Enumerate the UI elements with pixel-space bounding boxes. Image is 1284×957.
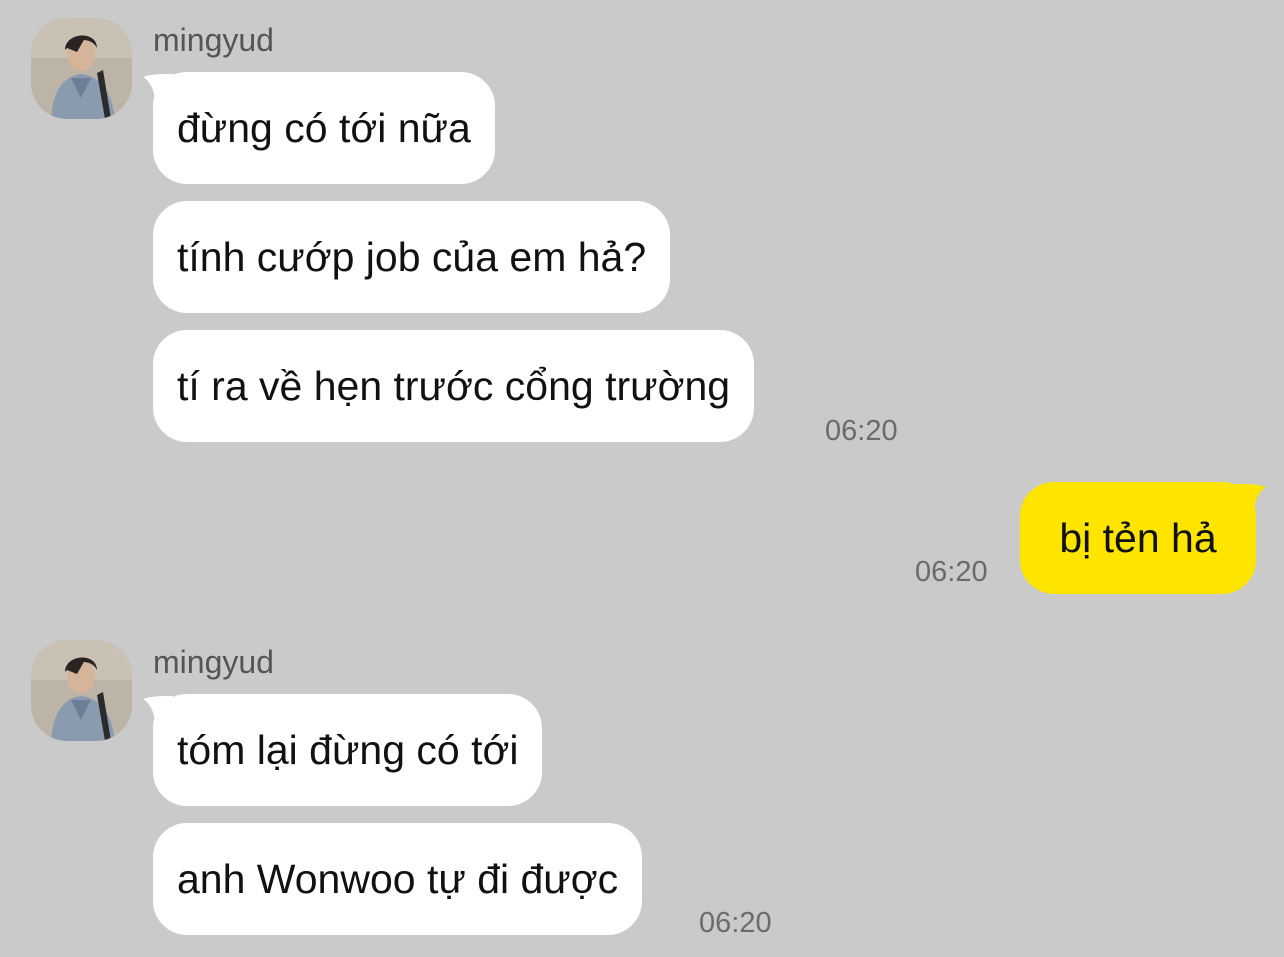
message-text: đừng có tới nữa (177, 104, 471, 151)
sender-name: mingyud (153, 22, 274, 58)
message-bubble[interactable]: tính cướp job của em hả? (153, 201, 671, 313)
message-text: anh Wonwoo tự đi được (177, 855, 619, 902)
message-timestamp: 06:20 (915, 556, 988, 588)
message-bubble[interactable]: đừng có tới nữa (153, 72, 495, 184)
sender-avatar[interactable] (31, 640, 132, 741)
message-bubble[interactable]: tóm lại đừng có tới (153, 694, 543, 806)
sender-avatar[interactable] (31, 18, 132, 119)
message-timestamp: 06:20 (699, 907, 772, 939)
message-bubble[interactable]: tí ra về hẹn trước cổng trường (153, 330, 755, 442)
message-bubble[interactable]: bị tẻn hả (1020, 482, 1256, 594)
message-timestamp: 06:20 (825, 415, 898, 447)
message-bubble[interactable]: anh Wonwoo tự đi được (153, 823, 643, 935)
sender-name: mingyud (153, 644, 274, 680)
message-text: tóm lại đừng có tới (177, 726, 519, 773)
avatar-photo-icon (31, 18, 132, 119)
message-text: bị tẻn hả (1059, 514, 1217, 561)
message-text: tí ra về hẹn trước cổng trường (177, 362, 731, 409)
message-text: tính cướp job của em hả? (177, 233, 647, 280)
avatar-photo-icon (31, 640, 132, 741)
